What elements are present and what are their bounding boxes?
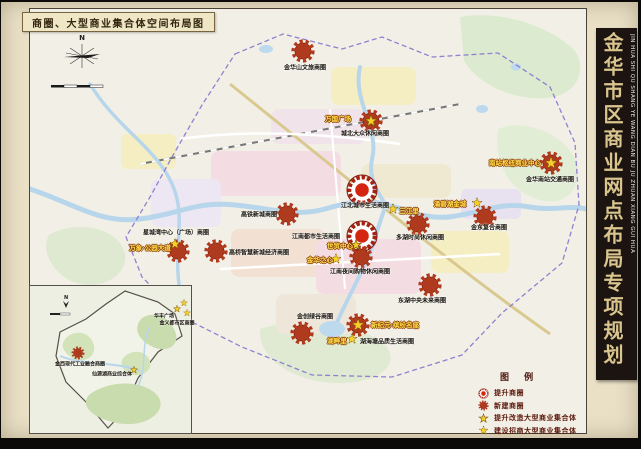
planning-map-sheet: N 商圈、大型商业集合体空间布局图 N — [0, 0, 641, 449]
plan-title-vertical: 金华市区商业网点布局专项规划 — [599, 32, 625, 380]
legend: 图 例 提升商圈新建商圈提升改造大型商业集合体建设招商大型商业集合体 — [478, 370, 594, 437]
map-title: 商圈、大型商业集合体空间布局图 — [32, 15, 205, 30]
inset-region-map: N — [29, 285, 192, 434]
star-solid-legend-icon — [478, 413, 489, 424]
scale-bar — [50, 76, 104, 85]
compass-north-label: N — [62, 34, 102, 42]
star-dashed-legend-icon — [478, 425, 489, 436]
legend-item-label: 建设招商大型商业集合体 — [494, 426, 577, 436]
legend-item-label: 新建商圈 — [494, 401, 524, 411]
legend-item-label: 提升商圈 — [494, 388, 524, 398]
legend-item: 新建商圈 — [478, 400, 594, 413]
legend-item: 提升改造大型商业集合体 — [478, 412, 594, 425]
inset-map-base: N — [30, 286, 191, 433]
legend-item: 建设招商大型商业集合体 — [478, 425, 594, 438]
compass-icon — [62, 42, 102, 70]
map-title-box: 商圈、大型商业集合体空间布局图 — [22, 12, 215, 32]
scale-bar-graphic — [50, 82, 104, 91]
legend-rows: 提升商圈新建商圈提升改造大型商业集合体建设招商大型商业集合体 — [478, 387, 594, 437]
side-title-banner: 金华市区商业网点布局专项规划 JIN HUA SHI QU SHANG YE W… — [596, 28, 637, 380]
plan-title-pinyin: JIN HUA SHI QU SHANG YE WANG DIAN BU JU … — [625, 34, 635, 380]
legend-item: 提升商圈 — [478, 387, 594, 400]
svg-text:N: N — [64, 295, 68, 301]
legend-title: 图 例 — [500, 370, 594, 383]
legend-item-label: 提升改造大型商业集合体 — [494, 413, 577, 423]
compass-rose: N — [62, 34, 102, 78]
ring-legend-icon — [478, 388, 489, 399]
scallop-legend-icon — [478, 400, 489, 411]
